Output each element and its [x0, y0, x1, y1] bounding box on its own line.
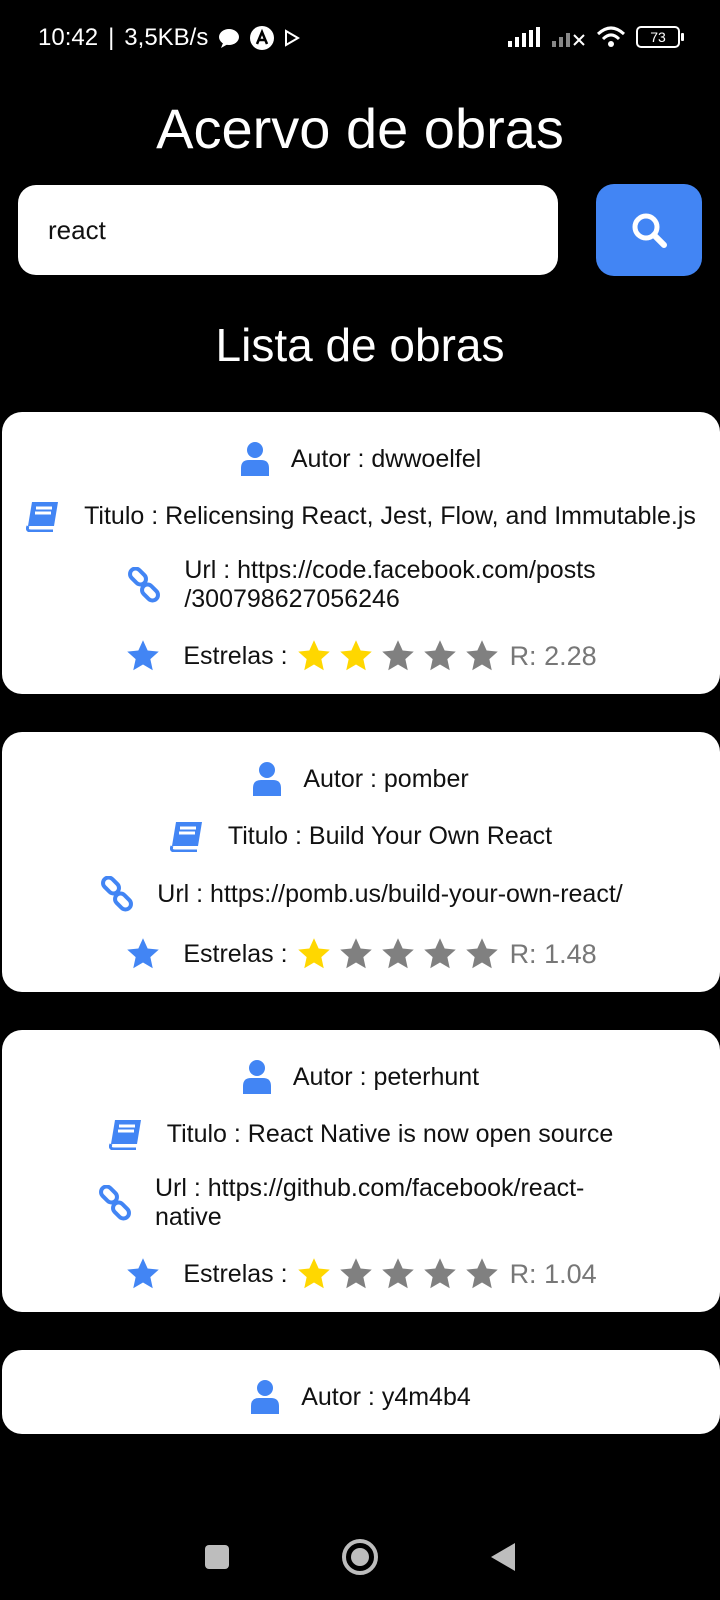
star-filled-icon — [297, 1258, 330, 1289]
back-icon[interactable] — [489, 1541, 517, 1573]
author-text: Autor : dwwoelfel — [290, 444, 482, 473]
navigation-bar — [0, 1514, 720, 1600]
search-field[interactable] — [18, 185, 558, 275]
star-filled-icon — [339, 640, 372, 671]
signal-icon — [508, 27, 540, 47]
star-empty-icon — [423, 1258, 456, 1289]
user-icon — [242, 1060, 271, 1094]
star-icon — [125, 1256, 161, 1292]
author-text: Autor : y4m4b4 — [301, 1382, 471, 1411]
star-rating — [296, 1256, 500, 1292]
title-text: Titulo : Build Your Own React — [227, 821, 553, 850]
star-icon — [127, 938, 160, 969]
star-rating — [296, 936, 500, 972]
star-rating — [296, 638, 500, 674]
user-icon — [253, 762, 282, 796]
work-card[interactable]: Autor : pomber Titulo : Build Your Own Re… — [2, 732, 720, 992]
user-icon — [240, 442, 269, 476]
title-text: Titulo : Relicensing React, Jest, Flow, … — [84, 501, 696, 530]
author-text: Autor : peterhunt — [292, 1062, 480, 1091]
home-icon[interactable] — [341, 1538, 379, 1576]
star-icon — [125, 936, 161, 972]
rating-value: R: 2.28 — [509, 640, 597, 671]
star-filled-icon — [297, 640, 330, 671]
search-icon — [632, 213, 667, 248]
link-icon — [99, 876, 135, 912]
star-empty-icon — [339, 938, 372, 969]
work-card[interactable]: Autor : y4m4b4 — [2, 1350, 720, 1434]
search-button[interactable] — [596, 184, 702, 276]
app-a-icon — [250, 26, 275, 50]
work-card[interactable]: Autor : peterhunt Titulo : React Native i… — [2, 1030, 720, 1312]
url-row[interactable]: Url : https://code.facebook.com/posts/30… — [2, 544, 720, 626]
star-icon — [125, 638, 161, 674]
stars-label: Estrelas : — [183, 641, 288, 670]
network-speed: 3,5KB/s — [124, 24, 209, 51]
recents-icon[interactable] — [203, 1543, 231, 1571]
star-empty-icon — [423, 640, 456, 671]
author-row: Autor : peterhunt — [2, 1048, 720, 1106]
chat-icon — [219, 29, 240, 48]
star-empty-icon — [381, 1258, 414, 1289]
url-text[interactable]: Url : https://pomb.us/build-your-own-rea… — [157, 880, 622, 909]
title-row: Titulo : Build Your Own React — [2, 808, 720, 864]
title-row: Titulo : Relicensing React, Jest, Flow, … — [2, 488, 720, 544]
stars-row: Estrelas : R: 1.04 — [2, 1244, 720, 1304]
rating-value: R: 1.04 — [509, 1258, 597, 1289]
url-text[interactable]: Url : https://code.facebook.com/posts/30… — [184, 556, 595, 614]
url-row[interactable]: Url : https://github.com/facebook/react-… — [2, 1162, 720, 1244]
star-empty-icon — [465, 1258, 498, 1289]
url-text[interactable]: Url : https://github.com/facebook/react-… — [155, 1174, 625, 1232]
work-card[interactable]: Autor : dwwoelfel Titulo : Relicensing Re… — [2, 412, 720, 694]
clock: 10:42 — [38, 24, 99, 51]
star-empty-icon — [465, 938, 498, 969]
author-row: Autor : y4m4b4 — [2, 1368, 720, 1426]
star-empty-icon — [381, 938, 414, 969]
battery-icon: 73 — [636, 26, 684, 48]
star-empty-icon — [465, 640, 498, 671]
stars-row: Estrelas : R: 2.28 — [2, 626, 720, 686]
star-filled-icon — [297, 938, 330, 969]
stars-row: Estrelas : R: 1.48 — [2, 924, 720, 984]
book-icon — [108, 1118, 145, 1150]
star-empty-icon — [423, 938, 456, 969]
wifi-icon — [596, 26, 626, 47]
link-icon — [126, 567, 162, 603]
book-icon — [169, 820, 206, 852]
book-icon — [26, 500, 62, 532]
separator: | — [108, 24, 115, 51]
stars-label: Estrelas : — [183, 1259, 288, 1288]
user-icon — [251, 1380, 280, 1414]
search-input[interactable] — [46, 213, 530, 247]
status-bar: 10:42 | 3,5KB/s 73 — [0, 0, 720, 78]
author-row: Autor : dwwoelfel — [2, 430, 720, 488]
signal-off-icon — [552, 33, 585, 47]
list-title: Lista de obras — [215, 319, 505, 371]
author-row: Autor : pomber — [2, 750, 720, 808]
author-text: Autor : pomber — [303, 764, 469, 793]
rating-value: R: 1.48 — [509, 938, 597, 969]
title-text: Titulo : React Native is now open source — [166, 1119, 614, 1148]
works-list: Autor : dwwoelfel Titulo : Relicensing Re… — [2, 412, 720, 1514]
star-icon — [127, 640, 160, 671]
url-row[interactable]: Url : https://pomb.us/build-your-own-rea… — [2, 864, 720, 924]
play-icon — [285, 29, 301, 47]
star-empty-icon — [381, 640, 414, 671]
page-title: Acervo de obras — [156, 97, 564, 160]
stars-label: Estrelas : — [183, 939, 288, 968]
link-icon — [97, 1185, 133, 1221]
star-icon — [127, 1258, 160, 1289]
title-row: Titulo : React Native is now open source — [2, 1106, 720, 1162]
star-empty-icon — [339, 1258, 372, 1289]
